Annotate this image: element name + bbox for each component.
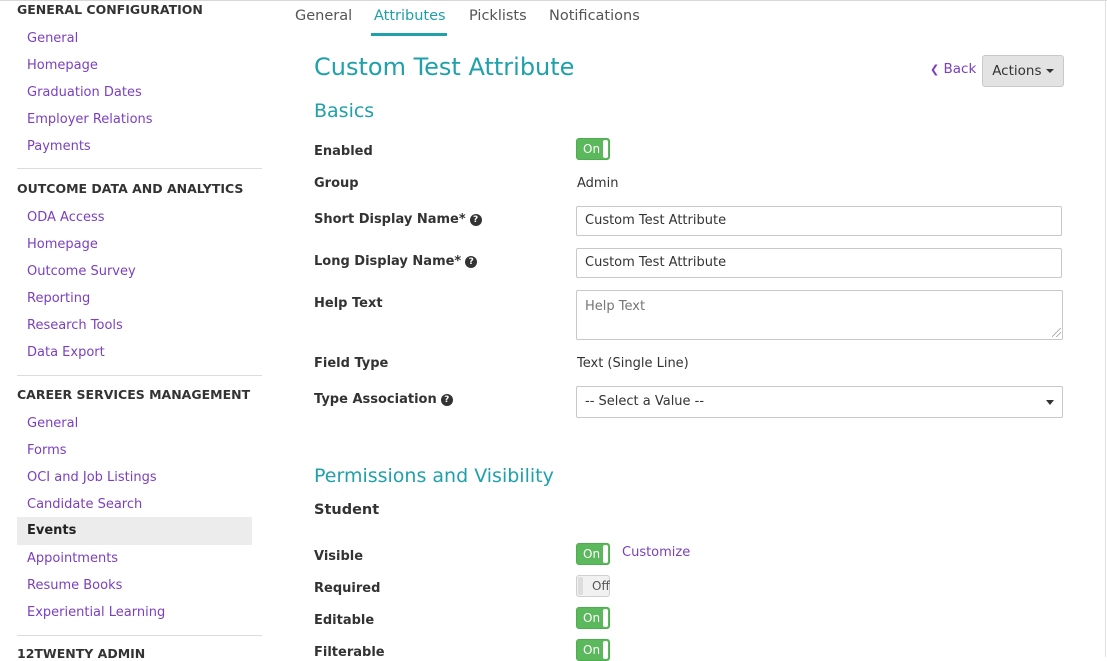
sidebar-divider (17, 375, 262, 376)
sidebar-item-data-export[interactable]: Data Export (27, 345, 105, 360)
sidebar-item-appointments[interactable]: Appointments (27, 551, 118, 566)
tab-general[interactable]: General (295, 8, 352, 24)
field-type-label: Field Type (314, 356, 389, 371)
sidebar: GENERAL CONFIGURATION General Homepage G… (0, 0, 265, 661)
sidebar-heading-12twenty-admin: 12TWENTY ADMIN (17, 646, 146, 661)
sidebar-item-forms[interactable]: Forms (27, 443, 67, 458)
long-display-name-text: Long Display Name* (314, 254, 462, 269)
sidebar-item-research-tools[interactable]: Research Tools (27, 318, 123, 333)
page-title: Custom Test Attribute (314, 53, 575, 81)
filterable-label: Filterable (314, 645, 385, 660)
sidebar-item-resume-books[interactable]: Resume Books (27, 578, 122, 593)
type-association-label: Type Association? (314, 392, 453, 407)
sidebar-item-experiential-learning[interactable]: Experiential Learning (27, 605, 165, 620)
visible-toggle[interactable]: On (576, 543, 610, 565)
required-toggle[interactable]: Off (576, 575, 610, 597)
sidebar-heading-outcome-data: OUTCOME DATA AND ANALYTICS (17, 181, 244, 196)
field-type-value: Text (Single Line) (577, 356, 689, 371)
right-border (1105, 0, 1106, 657)
question-circle-icon[interactable]: ? (465, 256, 478, 268)
toggle-knob (603, 140, 608, 158)
sidebar-item-reporting[interactable]: Reporting (27, 291, 90, 306)
sidebar-item-csm-general[interactable]: General (27, 416, 78, 431)
short-display-name-label: Short Display Name*? (314, 212, 482, 227)
sidebar-item-oda-homepage[interactable]: Homepage (27, 237, 98, 252)
help-text-label: Help Text (314, 296, 383, 311)
group-value: Admin (577, 176, 619, 191)
long-display-name-input[interactable]: Custom Test Attribute (576, 248, 1062, 278)
toggle-knob (603, 609, 608, 627)
sidebar-item-events[interactable]: Events (17, 517, 252, 545)
enabled-toggle-text: On (583, 142, 601, 156)
question-circle-icon[interactable]: ? (440, 394, 453, 406)
sidebar-item-outcome-survey[interactable]: Outcome Survey (27, 264, 136, 279)
permissions-heading: Permissions and Visibility (314, 465, 554, 487)
sidebar-item-oda-access[interactable]: ODA Access (27, 210, 105, 225)
back-link[interactable]: ❮ Back (930, 61, 976, 77)
short-display-name-text: Short Display Name* (314, 212, 466, 227)
sidebar-divider (17, 635, 262, 636)
toggle-knob (578, 577, 583, 595)
visible-toggle-text: On (583, 547, 601, 561)
resize-grip-icon[interactable] (1052, 328, 1061, 337)
toggle-knob (603, 545, 608, 563)
editable-label: Editable (314, 613, 375, 628)
active-tab-indicator (371, 33, 447, 36)
visible-label: Visible (314, 549, 364, 564)
enabled-label: Enabled (314, 144, 373, 159)
toggle-knob (603, 641, 608, 659)
sidebar-item-homepage[interactable]: Homepage (27, 58, 98, 73)
type-association-select[interactable]: -- Select a Value -- (576, 386, 1063, 418)
actions-label: Actions (992, 63, 1042, 79)
actions-button[interactable]: Actions (982, 55, 1064, 87)
type-association-value: -- Select a Value -- (585, 394, 705, 409)
required-toggle-text: Off (592, 579, 610, 593)
sidebar-divider (17, 168, 262, 169)
customize-link[interactable]: Customize (622, 545, 690, 560)
sidebar-heading-career-services: CAREER SERVICES MANAGEMENT (17, 387, 251, 402)
tab-attributes[interactable]: Attributes (374, 8, 446, 24)
filterable-toggle-text: On (583, 643, 601, 657)
sidebar-item-payments[interactable]: Payments (27, 139, 91, 154)
group-label: Group (314, 176, 359, 191)
back-label: Back (943, 61, 977, 77)
chevron-left-icon: ❮ (930, 63, 940, 76)
student-subheading: Student (314, 502, 380, 518)
editable-toggle[interactable]: On (576, 607, 610, 629)
sidebar-item-employer-relations[interactable]: Employer Relations (27, 112, 153, 127)
sidebar-item-general[interactable]: General (27, 31, 78, 46)
filterable-toggle[interactable]: On (576, 639, 610, 661)
basics-heading: Basics (314, 100, 375, 122)
long-display-name-label: Long Display Name*? (314, 254, 478, 269)
sidebar-heading-general-configuration: GENERAL CONFIGURATION (17, 2, 203, 17)
sidebar-item-events-label: Events (27, 523, 77, 538)
question-circle-icon[interactable]: ? (469, 214, 482, 226)
short-display-name-input[interactable]: Custom Test Attribute (576, 206, 1062, 236)
editable-toggle-text: On (583, 611, 601, 625)
sidebar-item-graduation-dates[interactable]: Graduation Dates (27, 85, 142, 100)
enabled-toggle[interactable]: On (576, 138, 610, 160)
sidebar-item-candidate-search[interactable]: Candidate Search (27, 497, 142, 512)
type-association-text: Type Association (314, 392, 437, 407)
sidebar-item-oci-job-listings[interactable]: OCI and Job Listings (27, 470, 157, 485)
required-label: Required (314, 581, 381, 596)
tab-picklists[interactable]: Picklists (469, 8, 527, 24)
help-text-textarea[interactable] (576, 290, 1063, 340)
tab-notifications[interactable]: Notifications (549, 8, 640, 24)
caret-down-icon (1045, 69, 1054, 73)
caret-down-icon (1046, 400, 1054, 405)
